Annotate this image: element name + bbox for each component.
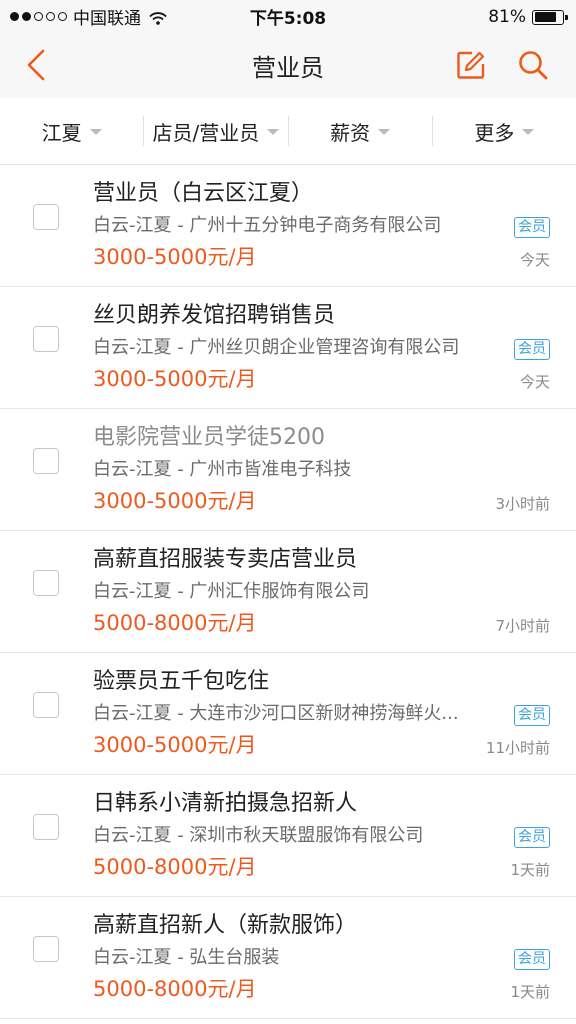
job-title: 电影院营业员学徒5200 [93,425,325,450]
job-list-item[interactable]: 营业员（白云区江夏） 白云-江夏 - 广州十五分钟电子商务有限公司 3000-500… [0,165,576,287]
job-list: 营业员（白云区江夏） 白云-江夏 - 广州十五分钟电子商务有限公司 3000-500… [0,165,576,1019]
post-date: 1天前 [510,861,550,879]
caret-down-icon [89,129,102,135]
job-list-item[interactable]: 高薪直招服装专卖店营业员白云-江夏 - 广州汇佧服饰有限公司 5000-8000元… [0,531,576,653]
filter-location[interactable]: 江夏 [0,98,143,164]
post-date: 11小时前 [485,739,550,757]
job-company: 白云-江夏 - 广州市皆准电子科技 [93,459,352,480]
job-company: 白云-江夏 - 广州丝贝朗企业管理咨询有限公司 [93,337,460,358]
wifi-icon [149,10,167,25]
member-badge: 会员 [514,705,550,726]
member-badge: 会员 [514,949,550,970]
job-salary: 5000-8000元/月 [93,855,257,879]
nav-bar: 营业员 [0,32,576,98]
signal-icon [10,11,67,21]
filter-salary[interactable]: 薪资 [289,98,432,164]
post-date: 3小时前 [495,495,550,513]
job-salary: 5000-8000元/月 [93,977,257,1001]
battery-percent: 81% [488,7,526,27]
select-checkbox[interactable] [33,570,59,596]
post-date: 7小时前 [495,617,550,635]
edit-button[interactable] [452,46,490,84]
caret-down-icon [267,129,280,135]
job-title: 日韩系小清新拍摄急招新人 [93,791,358,816]
job-company: 白云-江夏 - 广州十五分钟电子商务有限公司 [93,215,442,236]
job-company: 白云-江夏 - 大连市沙河口区新财神捞海鲜火... [93,703,459,724]
post-date: 今天 [519,251,550,269]
job-title: 验票员五千包吃住 [93,669,270,694]
select-checkbox[interactable] [33,692,59,718]
search-icon [519,51,548,80]
top-bar: 中国联通 下午5:08 81% 营业员 [0,0,576,98]
post-date: 今天 [519,373,550,391]
status-bar: 中国联通 下午5:08 81% [0,0,576,32]
battery-indicator: 81% [488,7,568,27]
job-list-item[interactable]: 丝贝朗养发馆招聘销售员白云-江夏 - 广州丝贝朗企业管理咨询有限公司 3000-5… [0,287,576,409]
filter-more[interactable]: 更多 [433,98,576,164]
select-checkbox[interactable] [33,448,59,474]
select-checkbox[interactable] [33,326,59,352]
edit-icon [457,51,485,79]
carrier-name: 中国联通 [73,8,141,29]
filter-category[interactable]: 店员/营业员 [144,98,287,164]
job-title: 高薪直招新人（新款服饰） [93,913,358,938]
job-salary: 3000-5000元/月 [93,367,257,391]
post-date: 1天前 [510,983,550,1001]
filter-label: 更多 [474,120,515,145]
select-checkbox[interactable] [33,204,59,230]
job-salary: 3000-5000元/月 [93,489,257,513]
job-salary: 3000-5000元/月 [93,733,257,757]
job-title: 高薪直招服装专卖店营业员 [93,547,358,572]
search-button[interactable] [514,46,552,84]
caret-down-icon [522,129,535,135]
filter-label: 店员/营业员 [152,120,260,145]
job-title: 营业员（白云区江夏） [93,181,314,206]
job-list-item[interactable]: 日韩系小清新拍摄急招新人白云-江夏 - 深圳市秋天联盟服饰有限公司 5000-80… [0,775,576,897]
job-company: 白云-江夏 - 弘生台服装 [93,947,280,968]
member-badge: 会员 [514,217,550,238]
job-company: 白云-江夏 - 深圳市秋天联盟服饰有限公司 [93,825,424,846]
caret-down-icon [378,129,391,135]
job-company: 白云-江夏 - 广州汇佧服饰有限公司 [93,581,370,602]
job-list-item[interactable]: 高薪直招新人（新款服饰） 白云-江夏 - 弘生台服装 5000-8000元/月 会员 1… [0,897,576,1019]
job-title: 丝贝朗养发馆招聘销售员 [93,303,336,328]
job-list-item[interactable]: 电影院营业员学徒5200 白云-江夏 - 广州市皆准电子科技 3000-5000元/… [0,409,576,531]
select-checkbox[interactable] [33,814,59,840]
filter-bar: 江夏 店员/营业员 薪资 更多 [0,98,576,165]
battery-icon [532,9,568,25]
member-badge: 会员 [514,827,550,848]
job-list-item[interactable]: 验票员五千包吃住白云-江夏 - 大连市沙河口区新财神捞海鲜火... 3000-50… [0,653,576,775]
job-salary: 3000-5000元/月 [93,245,257,269]
member-badge: 会员 [514,339,550,360]
select-checkbox[interactable] [33,936,59,962]
filter-label: 薪资 [330,120,371,145]
filter-label: 江夏 [41,120,82,145]
job-salary: 5000-8000元/月 [93,611,257,635]
